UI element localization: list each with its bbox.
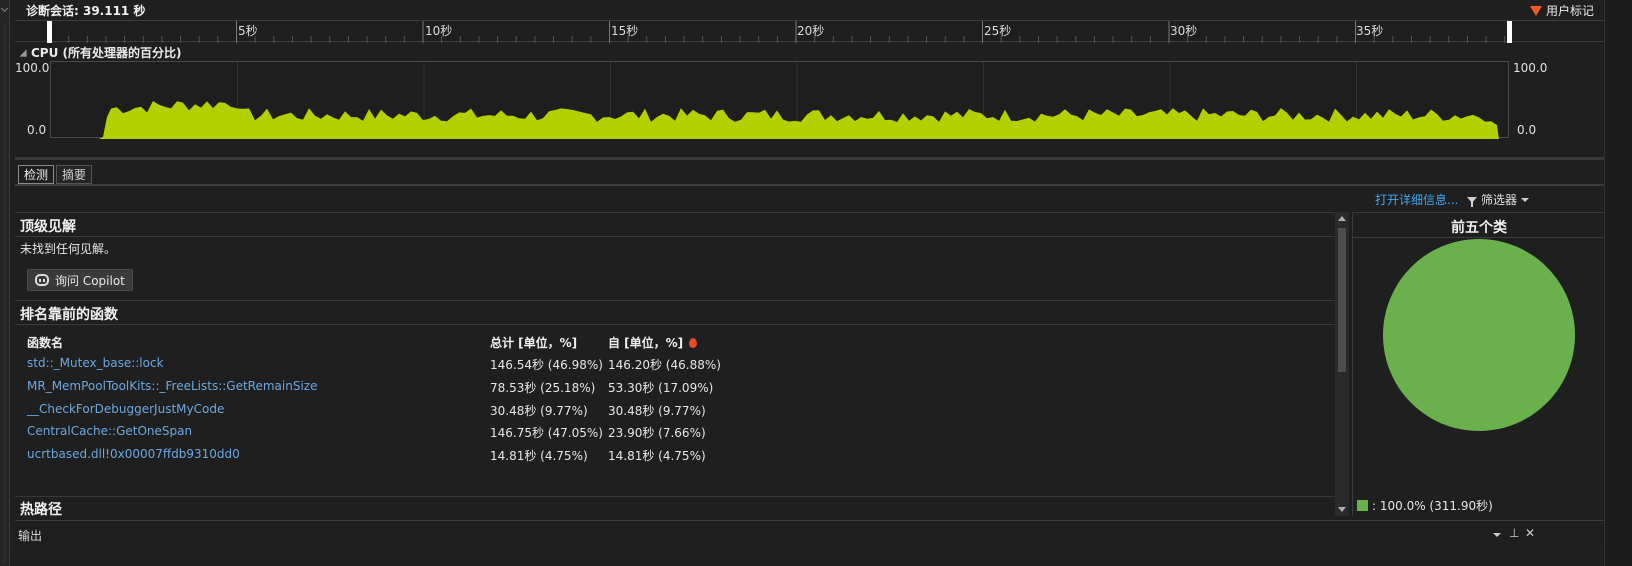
chevron-down-icon (1521, 197, 1530, 202)
cpu-y-min-left: 0.0 (27, 123, 47, 137)
ask-copilot-button[interactable]: 询问 Copilot (27, 269, 133, 291)
divider (15, 236, 1335, 237)
ask-copilot-label: 询问 Copilot (55, 273, 125, 288)
hot-path-title: 热路径 (20, 502, 62, 518)
open-details-link[interactable]: 打开详细信息... (1375, 191, 1458, 208)
chevron-down-icon[interactable] (1493, 526, 1501, 540)
splitter[interactable] (15, 157, 1604, 160)
self-value: 146.20秒 (46.88%) (608, 358, 721, 372)
self-value: 30.48秒 (9.77%) (608, 404, 706, 418)
legend-swatch (1357, 500, 1368, 511)
tab-summary[interactable]: 摘要 (56, 165, 93, 184)
time-ruler[interactable]: 5秒 10秒 15秒 20秒 25秒 30秒 35秒 (15, 20, 1604, 43)
pie-chart (1383, 239, 1575, 431)
cpu-header[interactable]: CPU (所有处理器的百分比) (19, 44, 182, 61)
function-link[interactable]: std::_Mutex_base::lock (27, 356, 164, 370)
details-scrollbar[interactable] (1335, 212, 1349, 516)
self-value: 14.81秒 (4.75%) (608, 449, 706, 463)
total-value: 78.53秒 (25.18%) (490, 381, 596, 395)
filter-button[interactable]: 筛选器 (1467, 191, 1530, 208)
table-row[interactable]: __CheckForDebuggerJustMyCode 30.48秒 (9.7… (15, 399, 1335, 421)
function-link[interactable]: ucrtbased.dll!0x00007ffdb9310dd0 (27, 447, 240, 461)
ruler-label: 30秒 (1170, 24, 1198, 38)
pie-title: 前五个类 (1451, 220, 1507, 236)
top-categories-panel: 前五个类 : 100.0% (311.90秒) (1352, 212, 1605, 516)
function-link[interactable]: __CheckForDebuggerJustMyCode (27, 402, 224, 416)
range-end-handle[interactable] (1507, 21, 1512, 43)
details-panel: 顶级见解 未找到任何见解。 询问 Copilot 排名靠前的函数 函数名 总计 … (15, 212, 1335, 518)
view-tabs: 检测 摘要 (18, 165, 93, 184)
column-header-self[interactable]: 自 [单位，%] (608, 334, 698, 351)
divider (15, 496, 1335, 497)
function-link[interactable]: CentralCache::GetOneSpan (27, 424, 192, 438)
self-value: 23.90秒 (7.66%) (608, 426, 706, 440)
cpu-usage-area (99, 62, 1499, 139)
ruler-label: 20秒 (797, 24, 825, 38)
cpu-y-max-right: 100.0 (1513, 61, 1548, 75)
table-row[interactable]: std::_Mutex_base::lock 146.54秒 (46.98%) … (15, 353, 1335, 375)
ruler-label: 25秒 (984, 24, 1012, 38)
output-panel-header: 输出 ⊥ ✕ (15, 520, 1604, 546)
total-value: 146.75秒 (47.05%) (490, 426, 603, 440)
self-value: 53.30秒 (17.09%) (608, 381, 714, 395)
scroll-down-icon[interactable] (1338, 507, 1346, 512)
details-toolbar: 打开详细信息... 筛选器 (15, 188, 1604, 210)
scroll-up-icon[interactable] (1338, 216, 1346, 221)
total-value: 146.54秒 (46.98%) (490, 358, 603, 372)
user-marks-label: 用户标记 (1545, 4, 1594, 18)
range-start-handle[interactable] (47, 21, 52, 43)
session-bar: 诊断会话: 39.111 秒 用户标记 (15, 0, 1604, 20)
tabs-divider (15, 184, 1604, 186)
column-header-total[interactable]: 总计 [单位，%] (490, 334, 577, 351)
top-functions-title: 排名靠前的函数 (20, 307, 118, 323)
table-row[interactable]: MR_MemPoolToolKits::_FreeLists::GetRemai… (15, 376, 1335, 398)
cpu-header-label: CPU (所有处理器的百分比) (31, 46, 182, 60)
marker-triangle-icon (1529, 5, 1542, 16)
column-header-function-name[interactable]: 函数名 (27, 334, 63, 351)
column-header-self-label: 自 [单位，%] (608, 336, 684, 350)
cpu-area (99, 101, 1499, 139)
right-gutter (1604, 0, 1632, 566)
diagnostics-main: 诊断会话: 39.111 秒 用户标记 5秒 10秒 15秒 20秒 25秒 3… (15, 0, 1605, 566)
scroll-thumb[interactable] (1338, 228, 1346, 372)
function-link[interactable]: MR_MemPoolToolKits::_FreeLists::GetRemai… (27, 379, 317, 393)
pin-icon[interactable]: ⊥ (1509, 526, 1519, 540)
session-title: 诊断会话: 39.111 秒 (26, 4, 146, 18)
no-insights-message: 未找到任何见解。 (20, 242, 117, 256)
table-row[interactable]: CentralCache::GetOneSpan 146.75秒 (47.05%… (15, 421, 1335, 443)
flame-icon (689, 338, 698, 348)
ruler-label: 5秒 (238, 24, 258, 38)
ruler-label: 10秒 (425, 24, 453, 38)
legend-label: : 100.0% (311.90秒) (1372, 499, 1493, 513)
gutter-bar (3, 24, 6, 564)
user-marks-button[interactable]: 用户标记 (1529, 2, 1594, 19)
filter-label: 筛选器 (1481, 193, 1518, 207)
collapse-icon[interactable] (19, 48, 27, 57)
cpu-y-min-right: 0.0 (1517, 123, 1537, 137)
total-value: 30.48秒 (9.77%) (490, 404, 588, 418)
divider (15, 300, 1335, 301)
funnel-icon (1467, 196, 1477, 207)
divider (15, 324, 1335, 325)
copilot-icon (35, 274, 49, 286)
pie-legend: : 100.0% (311.90秒) (1357, 497, 1493, 514)
insights-title: 顶级见解 (20, 219, 76, 235)
divider (1353, 237, 1605, 238)
close-icon[interactable]: ✕ (1525, 526, 1535, 540)
ruler-label: 15秒 (611, 24, 639, 38)
tab-instrumentation[interactable]: 检测 (18, 165, 55, 184)
output-title: 输出 (18, 529, 43, 543)
cpu-usage-graph[interactable] (50, 61, 1509, 139)
gutter-chevron-icon[interactable] (0, 4, 9, 13)
cpu-y-max-left: 100.0 (15, 61, 50, 75)
ruler-label: 35秒 (1356, 24, 1384, 38)
pie-slice[interactable] (1383, 239, 1575, 431)
total-value: 14.81秒 (4.75%) (490, 449, 588, 463)
table-row[interactable]: ucrtbased.dll!0x00007ffdb9310dd0 14.81秒 … (15, 444, 1335, 466)
left-gutter (0, 0, 10, 566)
